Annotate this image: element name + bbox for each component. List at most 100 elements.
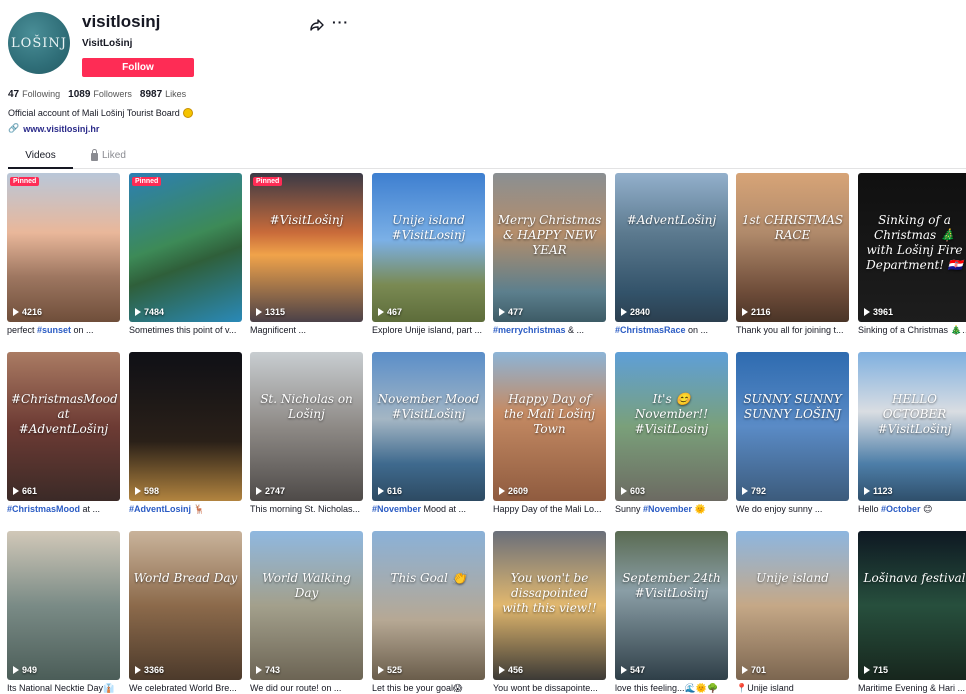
tab-liked[interactable]: Liked <box>91 148 126 161</box>
video-card[interactable]: Lošinava festival 715 Maritime Evening & H… <box>858 531 966 694</box>
video-thumbnail[interactable]: SUNNY SUNNY SUNNY LOŠINJ 792 <box>736 352 849 501</box>
follow-button[interactable]: Follow <box>82 58 194 77</box>
video-caption[interactable]: love this feeling...🌊🌞🌳 <box>615 683 728 694</box>
video-thumbnail[interactable]: 1st CHRISTMAS RACE 2116 <box>736 173 849 322</box>
video-thumbnail[interactable]: November Mood #VisitLošinj 616 <box>372 352 485 501</box>
play-icon <box>13 308 19 316</box>
video-card[interactable]: Merry Christmas & HAPPY NEW YEAR 477 #merr… <box>493 173 606 337</box>
video-caption[interactable]: Sometimes this point of v... <box>129 325 242 337</box>
followers-stat[interactable]: 1089 Followers <box>68 89 132 100</box>
video-caption[interactable]: Thank you all for joining t... <box>736 325 849 337</box>
video-caption[interactable]: Let this be your goal😱 <box>372 683 485 694</box>
video-thumbnail[interactable]: This Goal 👏 525 <box>372 531 485 680</box>
video-thumbnail[interactable]: World Walking Day 743 <box>250 531 363 680</box>
video-card[interactable]: SUNNY SUNNY SUNNY LOŠINJ 792 We do enjoy s… <box>736 352 849 516</box>
hashtag-link[interactable]: #ChristmasMood <box>7 504 80 514</box>
video-caption[interactable]: We do enjoy sunny ... <box>736 504 849 516</box>
video-card[interactable]: 598 #AdventLosinj 🦌 <box>129 352 242 516</box>
video-card[interactable]: HELLO OCTOBER #VisitLošinj 1123 Hello #Oct… <box>858 352 966 516</box>
video-thumbnail[interactable]: 598 <box>129 352 242 501</box>
avatar[interactable]: LOŠINJ <box>8 12 70 74</box>
video-caption[interactable]: Magnificent ... <box>250 325 363 337</box>
thumbnail-overlay-text: Unije island #VisitLosinj <box>391 213 466 242</box>
video-thumbnail[interactable]: Merry Christmas & HAPPY NEW YEAR 477 <box>493 173 606 322</box>
video-caption[interactable]: #November Mood at ... <box>372 504 485 516</box>
video-card[interactable]: #AdventLošinj 2840 #ChristmasRace on ... <box>615 173 728 337</box>
video-thumbnail[interactable]: Unije island #VisitLosinj 467 <box>372 173 485 322</box>
video-card[interactable]: Sinking of a Christmas 🎄 with Lošinj Fir… <box>858 173 966 337</box>
video-card[interactable]: 949 Its National Necktie Day👔 <box>7 531 120 694</box>
video-caption[interactable]: perfect #sunset on ... <box>7 325 120 337</box>
profile-link-text[interactable]: www.visitlosinj.hr <box>23 124 99 134</box>
video-caption[interactable]: 📍Unije island <box>736 683 849 694</box>
video-thumbnail[interactable]: 949 <box>7 531 120 680</box>
video-card[interactable]: World Walking Day 743 We did our route! on… <box>250 531 363 694</box>
video-thumbnail[interactable]: World Bread Day 3366 <box>129 531 242 680</box>
video-caption[interactable]: Maritime Evening & Hari ... <box>858 683 966 694</box>
video-card[interactable]: Pinned #VisitLošinj 1315 Magnificent ... <box>250 173 363 337</box>
video-caption[interactable]: Hello #October 😊 <box>858 504 966 516</box>
video-thumbnail[interactable]: It's 😊 November!! #VisitLosinj 603 <box>615 352 728 501</box>
caption-text: 📍Unije island <box>736 683 794 693</box>
video-caption[interactable]: Happy Day of the Mali Lo... <box>493 504 606 516</box>
video-card[interactable]: This Goal 👏 525 Let this be your goal😱 <box>372 531 485 694</box>
view-count: 467 <box>378 307 402 317</box>
following-stat[interactable]: 47 Following <box>8 89 60 100</box>
video-caption[interactable]: #AdventLosinj 🦌 <box>129 504 242 516</box>
video-caption[interactable]: Its National Necktie Day👔 <box>7 683 120 694</box>
view-count: 616 <box>378 486 402 496</box>
video-thumbnail[interactable]: Sinking of a Christmas 🎄 with Lošinj Fir… <box>858 173 966 322</box>
video-card[interactable]: Unije island 701 📍Unije island <box>736 531 849 694</box>
thumbnail-overlay-text: Happy Day of the Mali Lošinj Town <box>503 392 596 436</box>
video-caption[interactable]: We did our route! on ... <box>250 683 363 694</box>
video-caption[interactable]: #ChristmasRace on ... <box>615 325 728 337</box>
video-caption[interactable]: You wont be dissapointe... <box>493 683 606 694</box>
hashtag-link[interactable]: #November <box>372 504 421 514</box>
video-caption[interactable]: This morning St. Nicholas... <box>250 504 363 516</box>
video-card[interactable]: St. Nicholas on Lošinj 2747 This morning S… <box>250 352 363 516</box>
video-thumbnail[interactable]: Unije island 701 <box>736 531 849 680</box>
play-icon <box>378 308 384 316</box>
hashtag-link[interactable]: #merrychristmas <box>493 325 566 335</box>
video-card[interactable]: Unije island #VisitLosinj 467 Explore Unij… <box>372 173 485 337</box>
video-caption[interactable]: #merrychristmas & ... <box>493 325 606 337</box>
video-card[interactable]: You won't be dissapointed with this view… <box>493 531 606 694</box>
more-options-icon[interactable]: ··· <box>332 15 348 33</box>
video-card[interactable]: Pinned 4216 perfect #sunset on ... <box>7 173 120 337</box>
video-card[interactable]: #ChristmasMood at #AdventLošinj 661 #Chris… <box>7 352 120 516</box>
video-caption[interactable]: Sinking of a Christmas 🎄 ... <box>858 325 966 337</box>
hashtag-link[interactable]: #ChristmasRace <box>615 325 686 335</box>
view-count: 715 <box>864 665 888 675</box>
video-card[interactable]: It's 😊 November!! #VisitLosinj 603 Sunny #… <box>615 352 728 516</box>
video-caption[interactable]: #ChristmasMood at ... <box>7 504 120 516</box>
video-card[interactable]: November Mood #VisitLošinj 616 #November M… <box>372 352 485 516</box>
video-card[interactable]: 1st CHRISTMAS RACE 2116 Thank you all for … <box>736 173 849 337</box>
video-thumbnail[interactable]: Happy Day of the Mali Lošinj Town 2609 <box>493 352 606 501</box>
video-thumbnail[interactable]: HELLO OCTOBER #VisitLošinj 1123 <box>858 352 966 501</box>
tab-videos[interactable]: Videos <box>8 150 73 169</box>
video-card[interactable]: World Bread Day 3366 We celebrated World B… <box>129 531 242 694</box>
hashtag-link[interactable]: #sunset <box>37 325 71 335</box>
profile-link[interactable]: 🔗 www.visitlosinj.hr <box>8 123 99 134</box>
video-card[interactable]: Happy Day of the Mali Lošinj Town 2609 Hap… <box>493 352 606 516</box>
video-caption[interactable]: We celebrated World Bre... <box>129 683 242 694</box>
video-thumbnail[interactable]: Pinned 4216 <box>7 173 120 322</box>
view-count-value: 701 <box>751 665 767 675</box>
video-caption[interactable]: Sunny #November 🌞 <box>615 504 728 516</box>
video-thumbnail[interactable]: Pinned #VisitLošinj 1315 <box>250 173 363 322</box>
video-thumbnail[interactable]: #ChristmasMood at #AdventLošinj 661 <box>7 352 120 501</box>
share-icon[interactable] <box>309 17 325 33</box>
hashtag-link[interactable]: #AdventLosinj <box>129 504 191 514</box>
video-thumbnail[interactable]: #AdventLošinj 2840 <box>615 173 728 322</box>
video-card[interactable]: Pinned 7484 Sometimes this point of v... <box>129 173 242 337</box>
thumbnail-overlay-text: It's 😊 November!! #VisitLosinj <box>634 392 709 436</box>
video-caption[interactable]: Explore Unije island, part ... <box>372 325 485 337</box>
video-thumbnail[interactable]: September 24th #VisitLošinj 547 <box>615 531 728 680</box>
hashtag-link[interactable]: #November <box>643 504 692 514</box>
video-thumbnail[interactable]: Pinned 7484 <box>129 173 242 322</box>
video-card[interactable]: September 24th #VisitLošinj 547 love this … <box>615 531 728 694</box>
hashtag-link[interactable]: #October <box>881 504 921 514</box>
video-thumbnail[interactable]: St. Nicholas on Lošinj 2747 <box>250 352 363 501</box>
video-thumbnail[interactable]: Lošinava festival 715 <box>858 531 966 680</box>
video-thumbnail[interactable]: You won't be dissapointed with this view… <box>493 531 606 680</box>
